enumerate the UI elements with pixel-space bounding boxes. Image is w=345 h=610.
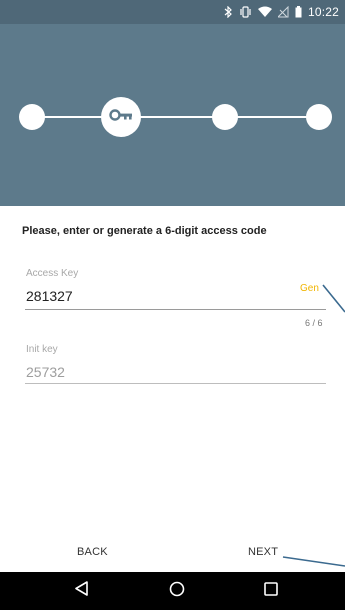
no-signal-icon	[277, 6, 289, 18]
step-1	[19, 104, 45, 130]
circle-home-icon	[169, 581, 185, 602]
bluetooth-icon	[224, 6, 233, 18]
nav-back-button[interactable]	[62, 572, 102, 610]
step-4	[306, 104, 332, 130]
back-button[interactable]: BACK	[77, 546, 108, 558]
stepper-line	[32, 116, 318, 118]
next-button[interactable]: NEXT	[248, 546, 278, 558]
instruction-text: Please, enter or generate a 6-digit acce…	[22, 225, 267, 237]
step-2-current	[101, 97, 141, 137]
square-recents-icon	[264, 581, 278, 601]
access-key-input[interactable]: 281327	[26, 288, 73, 304]
status-time: 10:22	[307, 5, 339, 19]
access-key-underline	[25, 309, 326, 310]
gen-callout-line	[322, 284, 345, 313]
screen: 10:22 Please, enter or generate a 6-digi…	[0, 0, 345, 610]
init-key-label: Init key	[26, 344, 58, 355]
gen-button[interactable]: Gen	[300, 283, 319, 294]
next-callout-line	[282, 556, 345, 567]
wifi-icon	[257, 6, 272, 18]
init-key-underline	[25, 383, 326, 384]
header	[0, 24, 345, 206]
nav-recents-button[interactable]	[251, 572, 291, 610]
status-bar: 10:22	[0, 0, 345, 24]
triangle-back-icon	[75, 581, 89, 601]
key-icon	[109, 108, 133, 126]
step-3	[212, 104, 238, 130]
init-key-input[interactable]: 25732	[26, 364, 65, 380]
navigation-bar	[0, 572, 345, 610]
access-key-label: Access Key	[26, 268, 79, 279]
vibrate-icon	[239, 6, 252, 18]
character-counter: 6 / 6	[305, 318, 323, 328]
nav-home-button[interactable]	[157, 572, 197, 610]
battery-icon	[295, 6, 302, 18]
